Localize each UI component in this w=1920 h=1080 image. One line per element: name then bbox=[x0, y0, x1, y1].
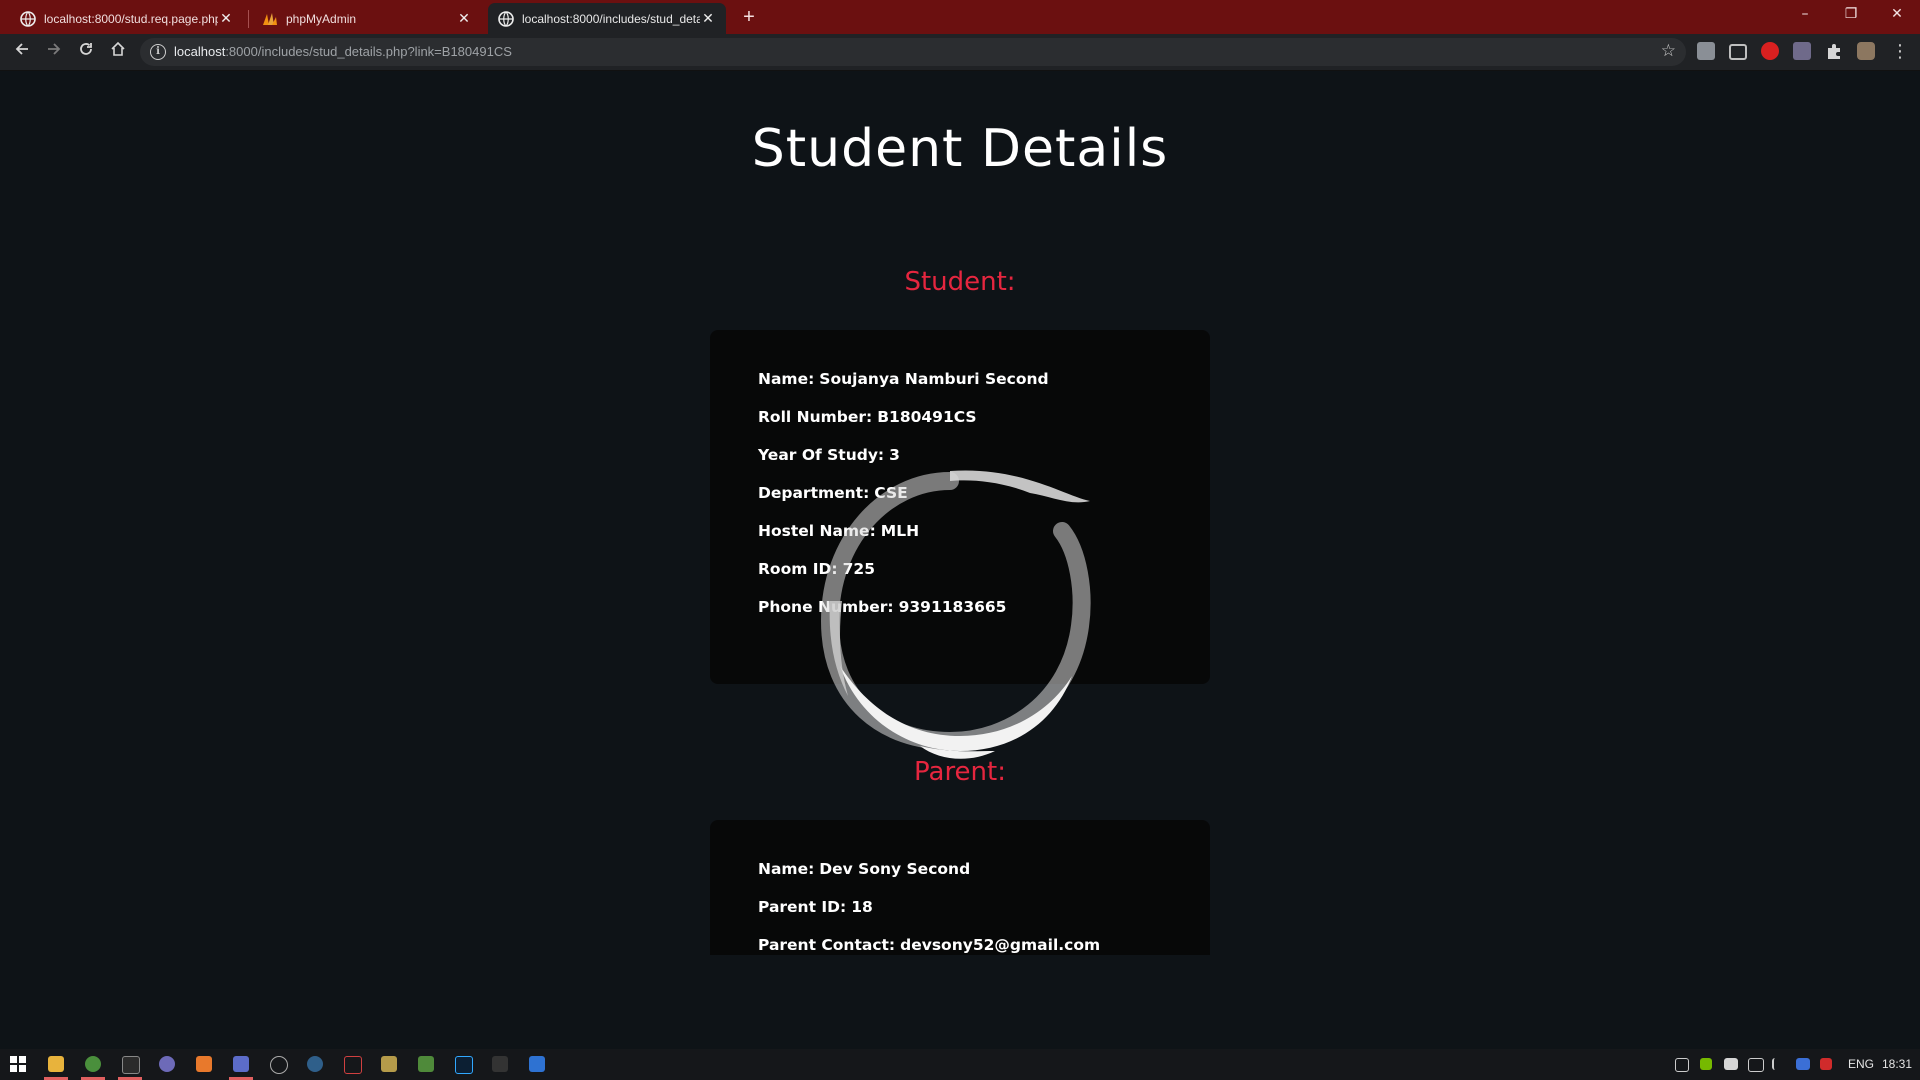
field-value: B180491CS bbox=[877, 408, 977, 426]
url-path: :8000/includes/stud_details.php?link=B18… bbox=[225, 44, 512, 59]
tab-separator bbox=[248, 10, 249, 28]
page-content: Student Details Student: Name: Soujanya N… bbox=[0, 71, 1920, 1048]
student-department-row: Department: CSE bbox=[758, 482, 1210, 520]
extensions-puzzle-icon[interactable] bbox=[1825, 42, 1843, 60]
close-tab-icon[interactable]: ✕ bbox=[218, 10, 234, 27]
home-icon[interactable] bbox=[106, 40, 130, 64]
parent-id-row: Parent ID: 18 bbox=[758, 896, 1210, 934]
student-room-row: Room ID: 725 bbox=[758, 558, 1210, 596]
game-app-icon[interactable] bbox=[492, 1056, 508, 1072]
browser-toolbar: i localhost:8000/includes/stud_details.p… bbox=[0, 34, 1920, 71]
forward-arrow-icon[interactable] bbox=[42, 40, 66, 64]
tab-title: phpMyAdmin bbox=[286, 11, 357, 26]
field-value: 9391183665 bbox=[898, 598, 1007, 616]
field-label: Room ID: bbox=[758, 560, 838, 578]
discord-tray-icon[interactable] bbox=[1724, 1058, 1738, 1070]
field-value: devsony52@gmail.com bbox=[900, 936, 1101, 954]
student-hostel-row: Hostel Name: MLH bbox=[758, 520, 1210, 558]
close-tab-icon[interactable]: ✕ bbox=[700, 10, 716, 27]
site-info-icon[interactable]: i bbox=[150, 44, 166, 60]
new-tab-button[interactable]: + bbox=[739, 6, 759, 28]
tab-phpmyadmin[interactable]: phpMyAdmin ✕ bbox=[252, 3, 482, 34]
tab-title: localhost:8000/stud.req.page.php bbox=[44, 11, 218, 26]
chrome-icon[interactable] bbox=[85, 1056, 101, 1072]
parent-contact-row: Parent Contact: devsony52@gmail.com bbox=[758, 934, 1210, 955]
url-text: localhost:8000/includes/stud_details.php… bbox=[174, 44, 512, 59]
phpmyadmin-logo-icon bbox=[263, 12, 277, 25]
parent-name-row: Name: Dev Sony Second bbox=[758, 858, 1210, 896]
student-roll-row: Roll Number: B180491CS bbox=[758, 406, 1210, 444]
field-label: Name: bbox=[758, 370, 815, 388]
field-value: Dev Sony Second bbox=[819, 860, 971, 878]
parent-card: Name: Dev Sony Second Parent ID: 18 Parent… bbox=[710, 820, 1210, 955]
github-icon[interactable] bbox=[270, 1056, 288, 1074]
clock[interactable]: 18:31 bbox=[1882, 1057, 1912, 1071]
student-heading: Student: bbox=[904, 267, 1016, 297]
photoshop-icon[interactable] bbox=[455, 1056, 473, 1074]
field-value: MLH bbox=[880, 522, 920, 540]
menu-kebab-icon[interactable]: ⋮ bbox=[1888, 40, 1912, 64]
close-tab-icon[interactable]: ✕ bbox=[456, 10, 472, 27]
tab-stud-details[interactable]: localhost:8000/includes/stud_details.php… bbox=[488, 3, 726, 34]
extension-grey-icon[interactable] bbox=[1697, 42, 1715, 60]
field-value: 3 bbox=[889, 446, 900, 464]
volume-icon[interactable] bbox=[1772, 1058, 1788, 1070]
globe-icon bbox=[498, 10, 514, 27]
tab-title: localhost:8000/includes/stud_details.php… bbox=[522, 11, 700, 26]
student-name-row: Name: Soujanya Namburi Second bbox=[758, 368, 1210, 406]
outlook-icon[interactable] bbox=[529, 1056, 545, 1072]
extension-glasses-icon[interactable] bbox=[1793, 42, 1811, 60]
parent-heading: Parent: bbox=[914, 757, 1006, 787]
steam-icon[interactable] bbox=[307, 1056, 323, 1072]
discord-icon[interactable] bbox=[233, 1056, 249, 1072]
language-indicator[interactable]: ENG bbox=[1848, 1057, 1874, 1071]
tray-red-icon[interactable] bbox=[1820, 1058, 1832, 1070]
tray-app-icon[interactable] bbox=[1675, 1058, 1689, 1072]
field-label: Phone Number: bbox=[758, 598, 894, 616]
tray-m-icon[interactable] bbox=[1796, 1058, 1810, 1070]
os-taskbar: ENG 18:31 bbox=[0, 1049, 1920, 1080]
bookmark-star-icon[interactable]: ☆ bbox=[1661, 41, 1676, 61]
field-value: 725 bbox=[842, 560, 875, 578]
terminal-icon[interactable] bbox=[122, 1056, 140, 1074]
minecraft-icon[interactable] bbox=[418, 1056, 434, 1072]
field-label: Year Of Study: bbox=[758, 446, 885, 464]
field-label: Parent Contact: bbox=[758, 936, 896, 954]
extension-window-icon[interactable] bbox=[1729, 44, 1747, 60]
tab-stud-req-page[interactable]: localhost:8000/stud.req.page.php ✕ bbox=[10, 3, 244, 34]
close-window-button[interactable]: ✕ bbox=[1874, 0, 1920, 30]
folder-app-icon[interactable] bbox=[381, 1056, 397, 1072]
address-bar[interactable]: i localhost:8000/includes/stud_details.p… bbox=[140, 38, 1686, 66]
url-host: localhost bbox=[174, 44, 226, 59]
profile-avatar[interactable] bbox=[1857, 42, 1875, 60]
extension-red-hand-icon[interactable] bbox=[1761, 42, 1779, 60]
field-label: Parent ID: bbox=[758, 898, 847, 916]
student-year-row: Year Of Study: 3 bbox=[758, 444, 1210, 482]
restore-button[interactable]: ❐ bbox=[1828, 0, 1874, 30]
windows-start-icon[interactable] bbox=[10, 1056, 26, 1072]
field-label: Department: bbox=[758, 484, 870, 502]
student-phone-row: Phone Number: 9391183665 bbox=[758, 596, 1210, 634]
field-value: Soujanya Namburi Second bbox=[819, 370, 1049, 388]
globe-icon bbox=[20, 10, 36, 27]
field-label: Name: bbox=[758, 860, 815, 878]
field-label: Roll Number: bbox=[758, 408, 873, 426]
nvidia-tray-icon[interactable] bbox=[1700, 1058, 1712, 1070]
sublime-text-icon[interactable] bbox=[196, 1056, 212, 1072]
mail-app-icon[interactable] bbox=[344, 1056, 362, 1074]
field-value: 18 bbox=[851, 898, 873, 916]
back-arrow-icon[interactable] bbox=[10, 40, 34, 64]
reload-icon[interactable] bbox=[74, 40, 98, 64]
file-explorer-icon[interactable] bbox=[48, 1056, 64, 1072]
student-card: Name: Soujanya Namburi Second Roll Number… bbox=[710, 330, 1210, 684]
page-title: Student Details bbox=[751, 119, 1169, 179]
minimize-button[interactable]: – bbox=[1782, 0, 1828, 30]
browser-tab-strip: localhost:8000/stud.req.page.php ✕ phpMy… bbox=[0, 0, 1920, 34]
network-icon[interactable] bbox=[1748, 1058, 1764, 1072]
field-value: CSE bbox=[874, 484, 908, 502]
field-label: Hostel Name: bbox=[758, 522, 876, 540]
browser-purple-icon[interactable] bbox=[159, 1056, 175, 1072]
